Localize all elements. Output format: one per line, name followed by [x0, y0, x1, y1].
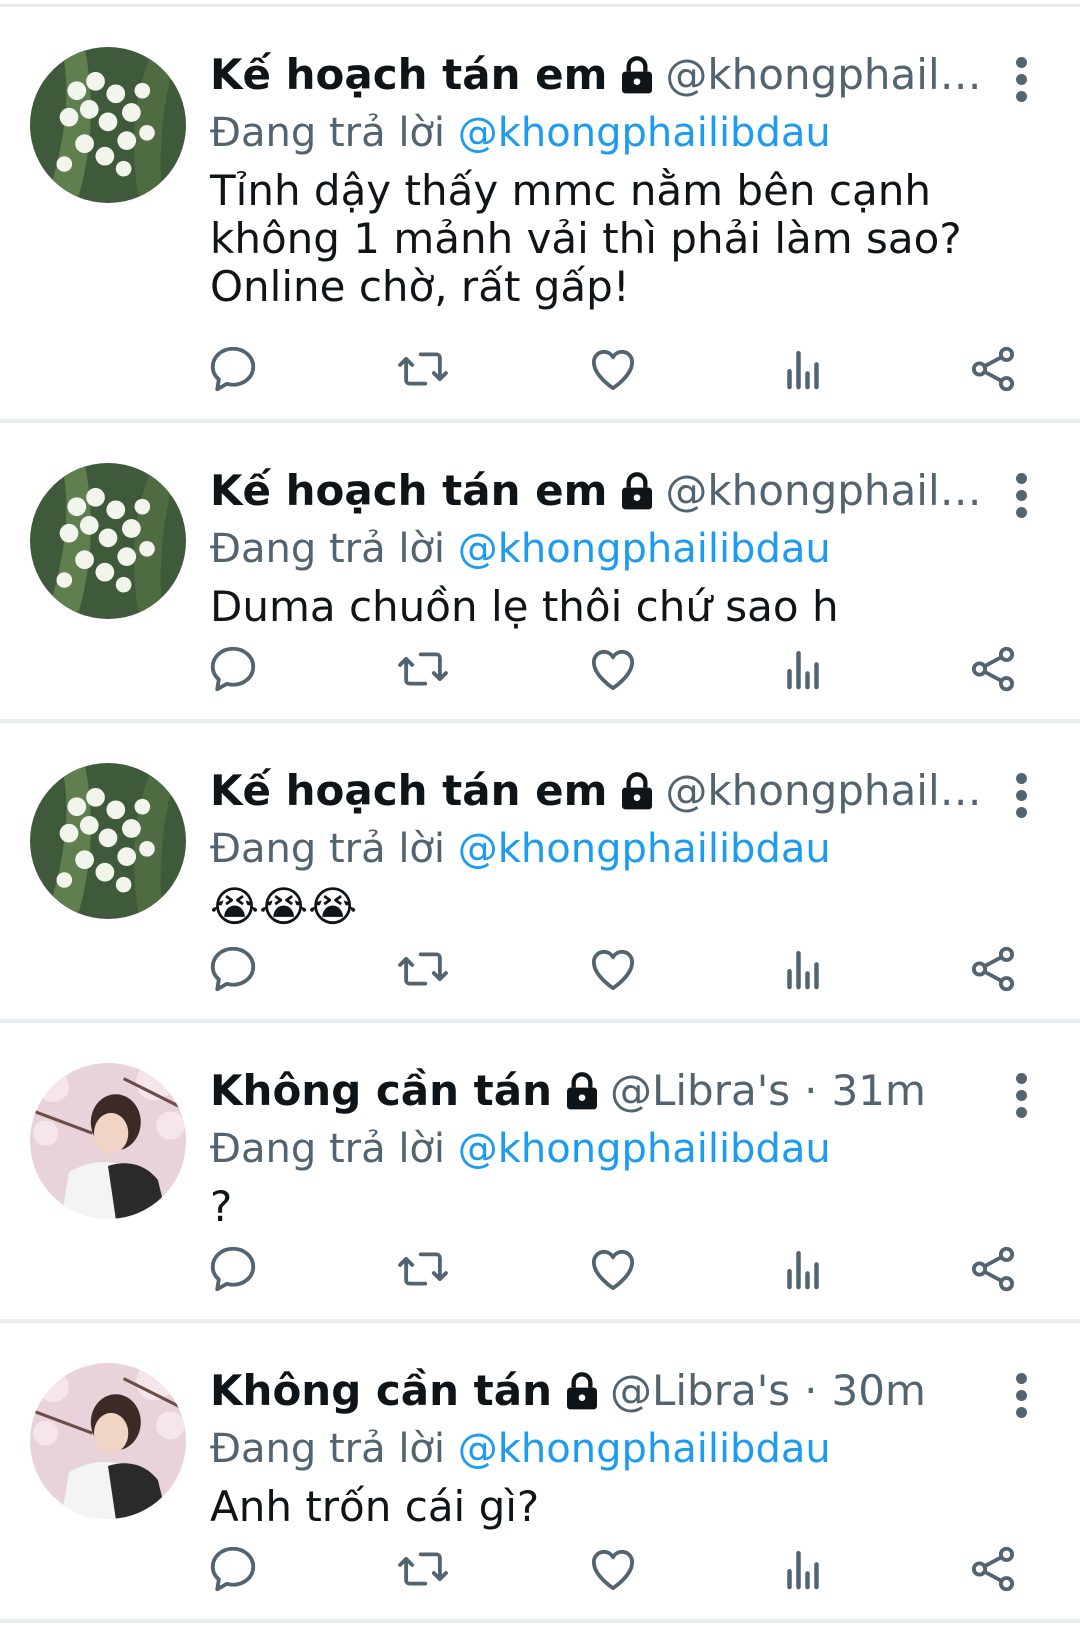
lock-icon [562, 1071, 602, 1111]
user-handle[interactable]: @khongphailibd··· [665, 45, 990, 105]
timestamp[interactable]: 30m [832, 1361, 926, 1421]
reply-icon[interactable] [206, 942, 260, 996]
boy-cherry-blossom-avatar [30, 1363, 186, 1519]
tweet-text: Duma chuồn lẹ thôi chứ sao h [210, 582, 839, 631]
action-bar [206, 641, 1020, 697]
views-icon[interactable] [776, 1542, 830, 1596]
avatar[interactable] [30, 1063, 186, 1219]
tweet-header: Kế hoạch tán em @khongphailibd··· [210, 461, 990, 521]
reply-icon[interactable] [206, 1242, 260, 1296]
user-handle[interactable]: @khongphailibd··· [665, 461, 990, 521]
like-icon[interactable] [586, 642, 640, 696]
replying-prefix: Đang trả lời [210, 110, 458, 156]
replying-prefix: Đang trả lời [210, 1126, 458, 1172]
action-bar [206, 1541, 1020, 1597]
reply-icon[interactable] [206, 1542, 260, 1596]
avatar[interactable] [30, 763, 186, 919]
action-bar [206, 341, 1020, 397]
reply-mention-link[interactable]: @khongphailibdau [458, 826, 831, 872]
like-icon[interactable] [586, 342, 640, 396]
avatar[interactable] [30, 47, 186, 203]
reply-mention-link[interactable]: @khongphailibdau [458, 1126, 831, 1172]
like-icon[interactable] [586, 942, 640, 996]
more-icon[interactable] [1014, 773, 1028, 818]
display-name[interactable]: Kế hoạch tán em [210, 761, 607, 821]
lock-icon [617, 55, 657, 95]
action-bar [206, 1241, 1020, 1297]
user-handle[interactable]: @Libra's [610, 1061, 790, 1121]
separator-dot: · [804, 1366, 818, 1415]
tweet-header: Kế hoạch tán em @khongphailibd··· [210, 45, 990, 105]
reply-mention-link[interactable]: @khongphailibdau [458, 1426, 831, 1472]
replying-to: Đang trả lời @khongphailibdau [210, 821, 831, 877]
user-handle[interactable]: @Libra's [610, 1361, 790, 1421]
retweet-icon[interactable] [396, 1542, 450, 1596]
tweet-text: ? [210, 1182, 233, 1231]
avatar[interactable] [30, 463, 186, 619]
timestamp[interactable]: 31m [832, 1061, 926, 1121]
views-icon[interactable] [776, 1242, 830, 1296]
replying-prefix: Đang trả lời [210, 826, 458, 872]
reply-timeline: Kế hoạch tán em @khongphailibd··· Đang t… [0, 7, 1080, 1623]
share-icon[interactable] [966, 1542, 1020, 1596]
share-icon[interactable] [966, 942, 1020, 996]
display-name[interactable]: Không cần tán [210, 1361, 552, 1421]
tweet[interactable]: Kế hoạch tán em @khongphailibd··· Đang t… [0, 423, 1080, 723]
tweet-text: 😭😭😭 [210, 882, 358, 931]
replying-to: Đang trả lời @khongphailibdau [210, 105, 831, 161]
retweet-icon[interactable] [396, 342, 450, 396]
replying-prefix: Đang trả lời [210, 526, 458, 572]
lily-of-the-valley-avatar [30, 763, 186, 919]
tweet-header: Kế hoạch tán em @khongphailibd··· [210, 761, 990, 821]
tweet[interactable]: Không cần tán @Libra's · 30m Đang trả lờ… [0, 1323, 1080, 1623]
retweet-icon[interactable] [396, 942, 450, 996]
user-handle[interactable]: @khongphailibd··· [665, 761, 990, 821]
display-name[interactable]: Kế hoạch tán em [210, 45, 607, 105]
separator-dot: · [804, 1066, 818, 1115]
reply-mention-link[interactable]: @khongphailibdau [458, 110, 831, 156]
lily-of-the-valley-avatar [30, 463, 186, 619]
share-icon[interactable] [966, 642, 1020, 696]
views-icon[interactable] [776, 942, 830, 996]
more-icon[interactable] [1014, 473, 1028, 518]
tweet-text: Tỉnh dậy thấy mmc nằm bên cạnh không 1 m… [210, 166, 962, 311]
lily-of-the-valley-avatar [30, 47, 186, 203]
tweet[interactable]: Không cần tán @Libra's · 31m Đang trả lờ… [0, 1023, 1080, 1323]
like-icon[interactable] [586, 1242, 640, 1296]
replying-to: Đang trả lời @khongphailibdau [210, 1421, 831, 1477]
tweet-header: Không cần tán @Libra's · 30m [210, 1361, 990, 1421]
views-icon[interactable] [776, 342, 830, 396]
reply-icon[interactable] [206, 642, 260, 696]
tweet[interactable]: Kế hoạch tán em @khongphailibd··· Đang t… [0, 723, 1080, 1023]
share-icon[interactable] [966, 342, 1020, 396]
tweet-text: Anh trốn cái gì? [210, 1482, 540, 1531]
display-name[interactable]: Kế hoạch tán em [210, 461, 607, 521]
reply-icon[interactable] [206, 342, 260, 396]
share-icon[interactable] [966, 1242, 1020, 1296]
more-icon[interactable] [1014, 1073, 1028, 1118]
lock-icon [562, 1371, 602, 1411]
avatar[interactable] [30, 1363, 186, 1519]
reply-mention-link[interactable]: @khongphailibdau [458, 526, 831, 572]
replying-to: Đang trả lời @khongphailibdau [210, 521, 831, 577]
like-icon[interactable] [586, 1542, 640, 1596]
retweet-icon[interactable] [396, 642, 450, 696]
lock-icon [617, 471, 657, 511]
action-bar [206, 941, 1020, 997]
boy-cherry-blossom-avatar [30, 1063, 186, 1219]
more-icon[interactable] [1014, 57, 1028, 102]
views-icon[interactable] [776, 642, 830, 696]
lock-icon [617, 771, 657, 811]
tweet[interactable]: Kế hoạch tán em @khongphailibd··· Đang t… [0, 7, 1080, 423]
replying-to: Đang trả lời @khongphailibdau [210, 1121, 831, 1177]
more-icon[interactable] [1014, 1373, 1028, 1418]
display-name[interactable]: Không cần tán [210, 1061, 552, 1121]
replying-prefix: Đang trả lời [210, 1426, 458, 1472]
retweet-icon[interactable] [396, 1242, 450, 1296]
tweet-header: Không cần tán @Libra's · 31m [210, 1061, 990, 1121]
